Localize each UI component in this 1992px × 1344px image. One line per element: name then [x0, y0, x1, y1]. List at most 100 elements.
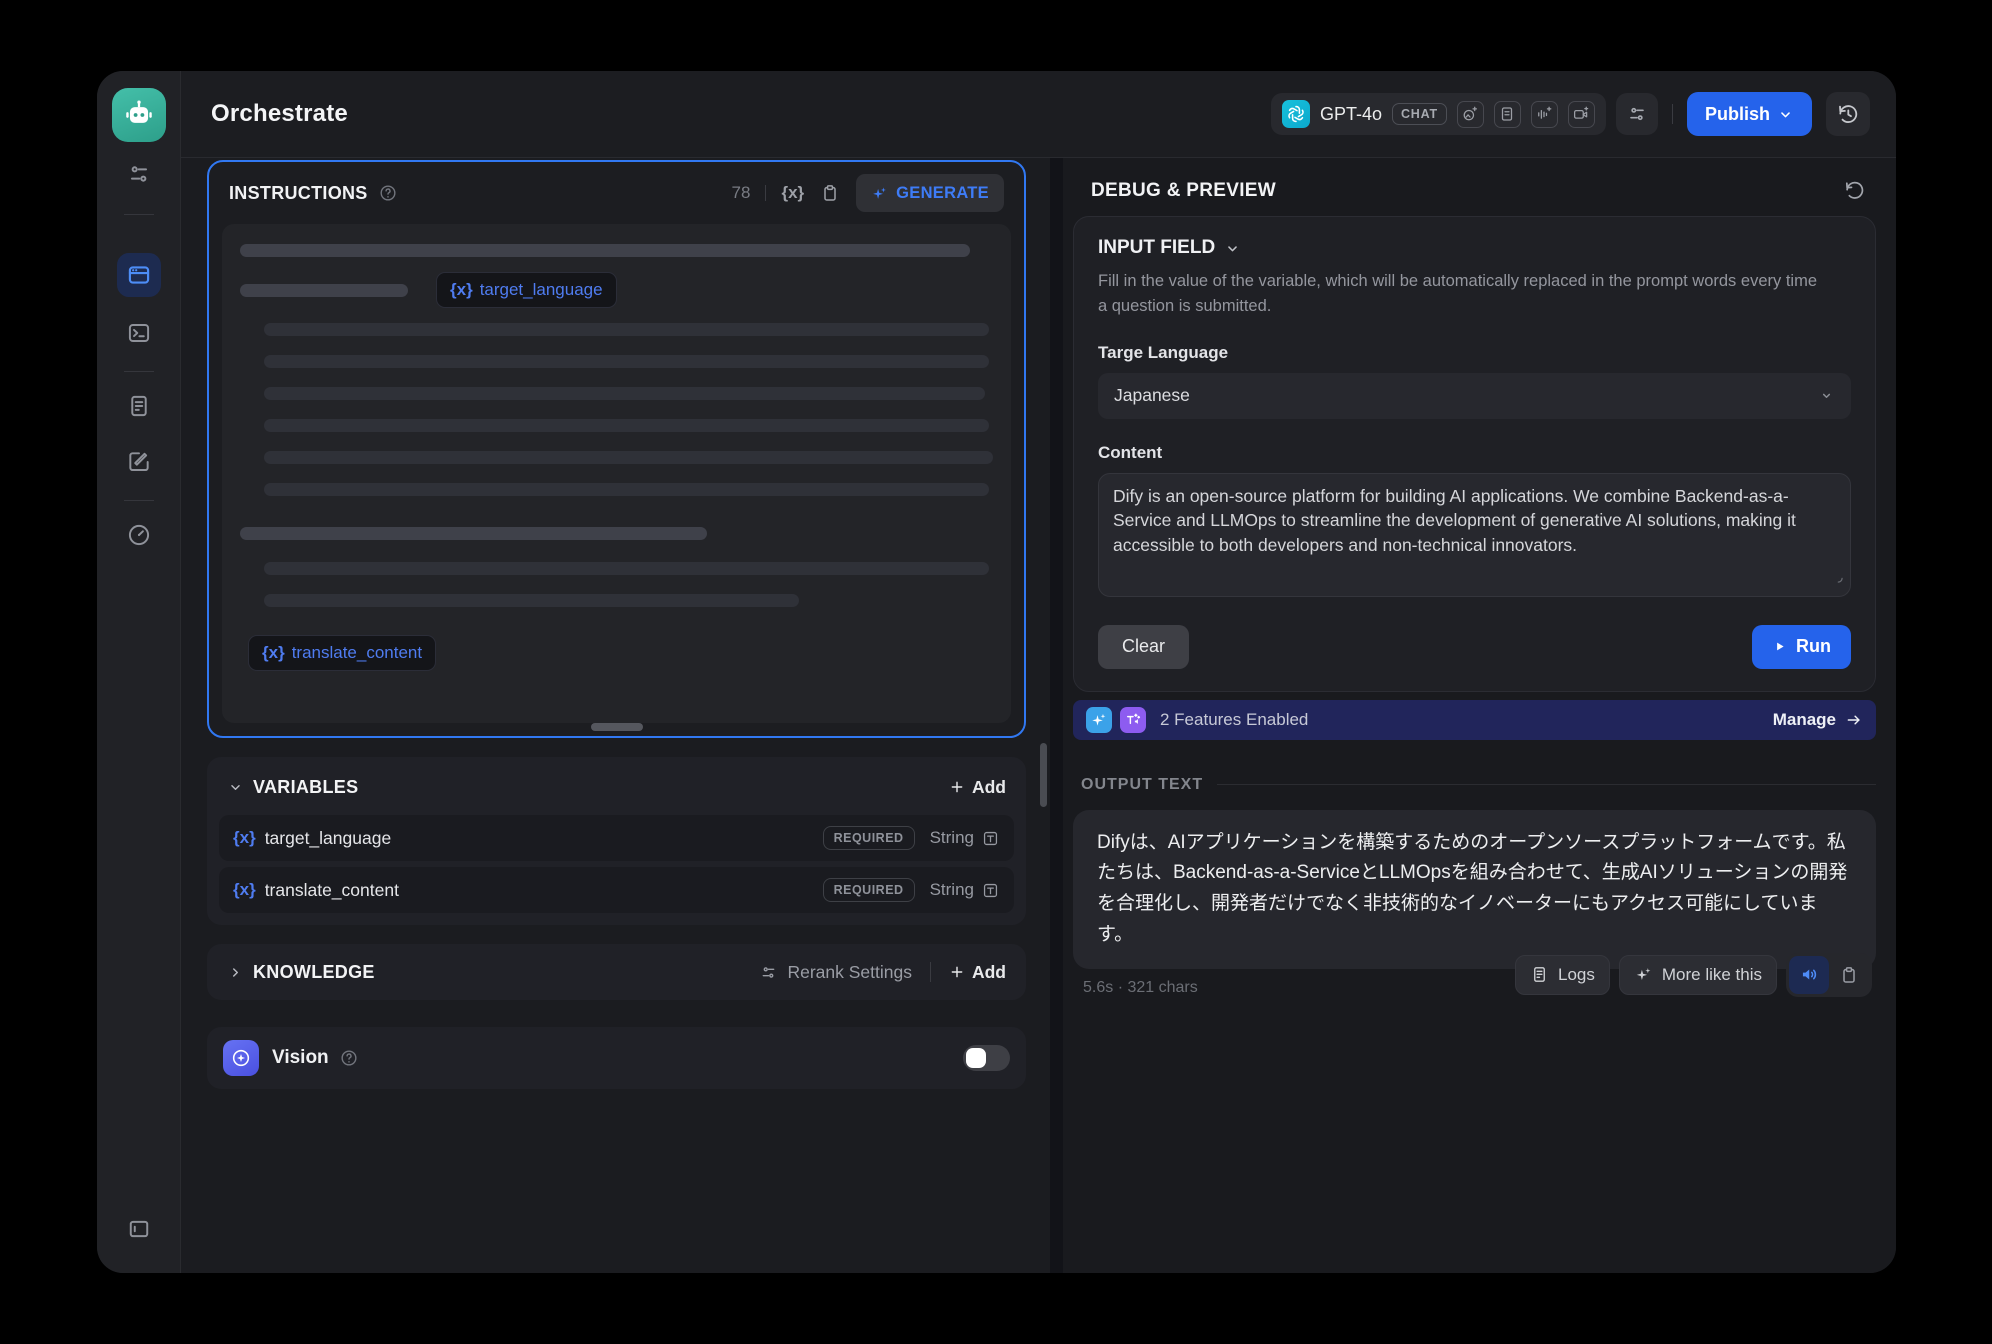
run-label: Run	[1796, 636, 1831, 657]
divider	[930, 962, 931, 982]
instructions-card: INSTRUCTIONS 78 {x}	[207, 160, 1026, 738]
string-type-icon[interactable]	[981, 829, 1000, 848]
chevron-down-icon[interactable]	[227, 779, 244, 796]
chevron-right-icon[interactable]	[227, 964, 244, 981]
sidebar-item-annotation[interactable]	[117, 440, 161, 484]
target-language-select[interactable]: Japanese	[1098, 373, 1851, 419]
text-to-speech-feature-icon	[1120, 707, 1146, 733]
copy-output-button[interactable]	[1829, 956, 1869, 994]
input-field-header[interactable]: INPUT FIELD	[1098, 237, 1851, 259]
gauge-icon	[126, 522, 152, 548]
output-text: Difyは、AIアプリケーションを構築するためのオープンソースプラットフォームで…	[1097, 828, 1852, 951]
sliders-icon	[759, 963, 778, 982]
rerank-label: Rerank Settings	[787, 962, 912, 983]
app-window: Orchestrate GPT-4o CHAT	[97, 71, 1896, 1273]
sidebar-item-terminal[interactable]	[117, 311, 161, 355]
chevron-down-icon	[1818, 387, 1835, 404]
panel-resize-gutter[interactable]	[1050, 158, 1063, 1273]
skeleton-line	[264, 355, 989, 368]
help-icon[interactable]	[339, 1048, 359, 1068]
variable-glyph: {x}	[450, 280, 473, 300]
resize-corner-icon[interactable]	[1831, 567, 1845, 592]
toggle-knob	[966, 1048, 986, 1068]
sidebar-item-monitoring[interactable]	[117, 513, 161, 557]
variable-row-target-language[interactable]: {x} target_language REQUIRED String	[219, 815, 1014, 861]
char-count: 78	[732, 183, 751, 203]
generate-feature-icon	[1086, 707, 1112, 733]
variable-chip-target-language[interactable]: {x} target_language	[436, 272, 617, 308]
divider-line	[1217, 784, 1876, 785]
content-textarea[interactable]: Dify is an open-source platform for buil…	[1098, 473, 1851, 597]
model-selector[interactable]: GPT-4o CHAT	[1271, 93, 1606, 135]
version-history-button[interactable]	[1826, 92, 1870, 136]
openai-logo	[1282, 100, 1310, 128]
rerank-settings-button[interactable]: Rerank Settings	[759, 962, 912, 983]
generate-button[interactable]: GENERATE	[856, 174, 1004, 212]
skeleton-line	[264, 451, 993, 464]
clear-button[interactable]: Clear	[1098, 625, 1189, 669]
audio-actions-group	[1786, 953, 1872, 997]
model-name: GPT-4o	[1320, 104, 1382, 125]
logs-button[interactable]: Logs	[1515, 955, 1610, 995]
help-icon[interactable]	[378, 183, 398, 203]
model-settings-button[interactable]	[1616, 93, 1658, 135]
variable-type: String	[930, 880, 974, 900]
content-value: Dify is an open-source platform for buil…	[1113, 486, 1796, 556]
run-button[interactable]: Run	[1752, 625, 1851, 669]
sidebar-divider	[124, 500, 154, 501]
copy-prompt-button[interactable]	[820, 183, 840, 203]
add-knowledge-button[interactable]: Add	[949, 962, 1006, 983]
resize-drag-handle[interactable]	[591, 723, 643, 731]
add-variable-button[interactable]: Add	[949, 777, 1006, 798]
add-label: Add	[972, 777, 1006, 798]
top-header: Orchestrate GPT-4o CHAT	[181, 71, 1896, 158]
sliders-icon	[126, 161, 152, 187]
skeleton-line	[264, 594, 799, 607]
variables-title: VARIABLES	[253, 777, 358, 798]
collapse-sidebar-button[interactable]	[117, 1207, 161, 1251]
insert-variable-button[interactable]: {x}	[781, 183, 804, 203]
plus-icon	[949, 964, 965, 980]
logs-label: Logs	[1558, 965, 1595, 985]
play-audio-button[interactable]	[1789, 956, 1829, 994]
page-title: Orchestrate	[211, 100, 348, 128]
variable-chip-label: target_language	[480, 280, 603, 300]
scrollbar-thumb[interactable]	[1040, 743, 1047, 807]
orchestrate-panel: INSTRUCTIONS 78 {x}	[181, 158, 1050, 1273]
knowledge-section: KNOWLEDGE Rerank Settings Add	[207, 944, 1026, 1000]
add-label: Add	[972, 962, 1006, 983]
features-bar[interactable]: 2 Features Enabled Manage	[1073, 700, 1876, 740]
skeleton-line	[264, 483, 989, 496]
sidebar-item-orchestrate[interactable]	[117, 253, 161, 297]
variable-row-translate-content[interactable]: {x} translate_content REQUIRED String	[219, 867, 1014, 913]
sidebar	[97, 71, 181, 1273]
sidebar-item-orchestrate-settings[interactable]	[117, 152, 161, 196]
variable-chip-translate-content[interactable]: {x} translate_content	[248, 635, 436, 671]
restart-debug-button[interactable]	[1843, 179, 1866, 202]
app-logo-robot[interactable]	[112, 88, 166, 142]
prompt-editor[interactable]: {x} target_language {x}	[222, 224, 1011, 723]
output-stats: 5.6s · 321 chars	[1083, 979, 1198, 997]
input-field-title: INPUT FIELD	[1098, 237, 1215, 259]
vision-toggle[interactable]	[963, 1045, 1010, 1071]
speaker-icon	[1799, 964, 1820, 985]
audio-capability-icon	[1531, 101, 1558, 128]
variable-name: target_language	[265, 828, 392, 849]
vision-icon	[223, 1040, 259, 1076]
chevron-down-icon	[1224, 240, 1241, 257]
publish-button[interactable]: Publish	[1687, 92, 1812, 136]
generate-label: GENERATE	[896, 184, 989, 203]
manage-features-button[interactable]: Manage	[1773, 710, 1863, 730]
required-badge: REQUIRED	[823, 826, 915, 850]
required-badge: REQUIRED	[823, 878, 915, 902]
document-capability-icon	[1494, 101, 1521, 128]
string-type-icon[interactable]	[981, 881, 1000, 900]
sidebar-item-logs[interactable]	[117, 384, 161, 428]
video-capability-icon	[1568, 101, 1595, 128]
instructions-title: INSTRUCTIONS	[229, 183, 368, 204]
content-label: Content	[1098, 443, 1851, 463]
sliders-icon	[1626, 103, 1648, 125]
input-field-description: Fill in the value of the variable, which…	[1098, 269, 1821, 319]
more-like-this-label: More like this	[1662, 965, 1762, 985]
more-like-this-button[interactable]: More like this	[1619, 955, 1777, 995]
